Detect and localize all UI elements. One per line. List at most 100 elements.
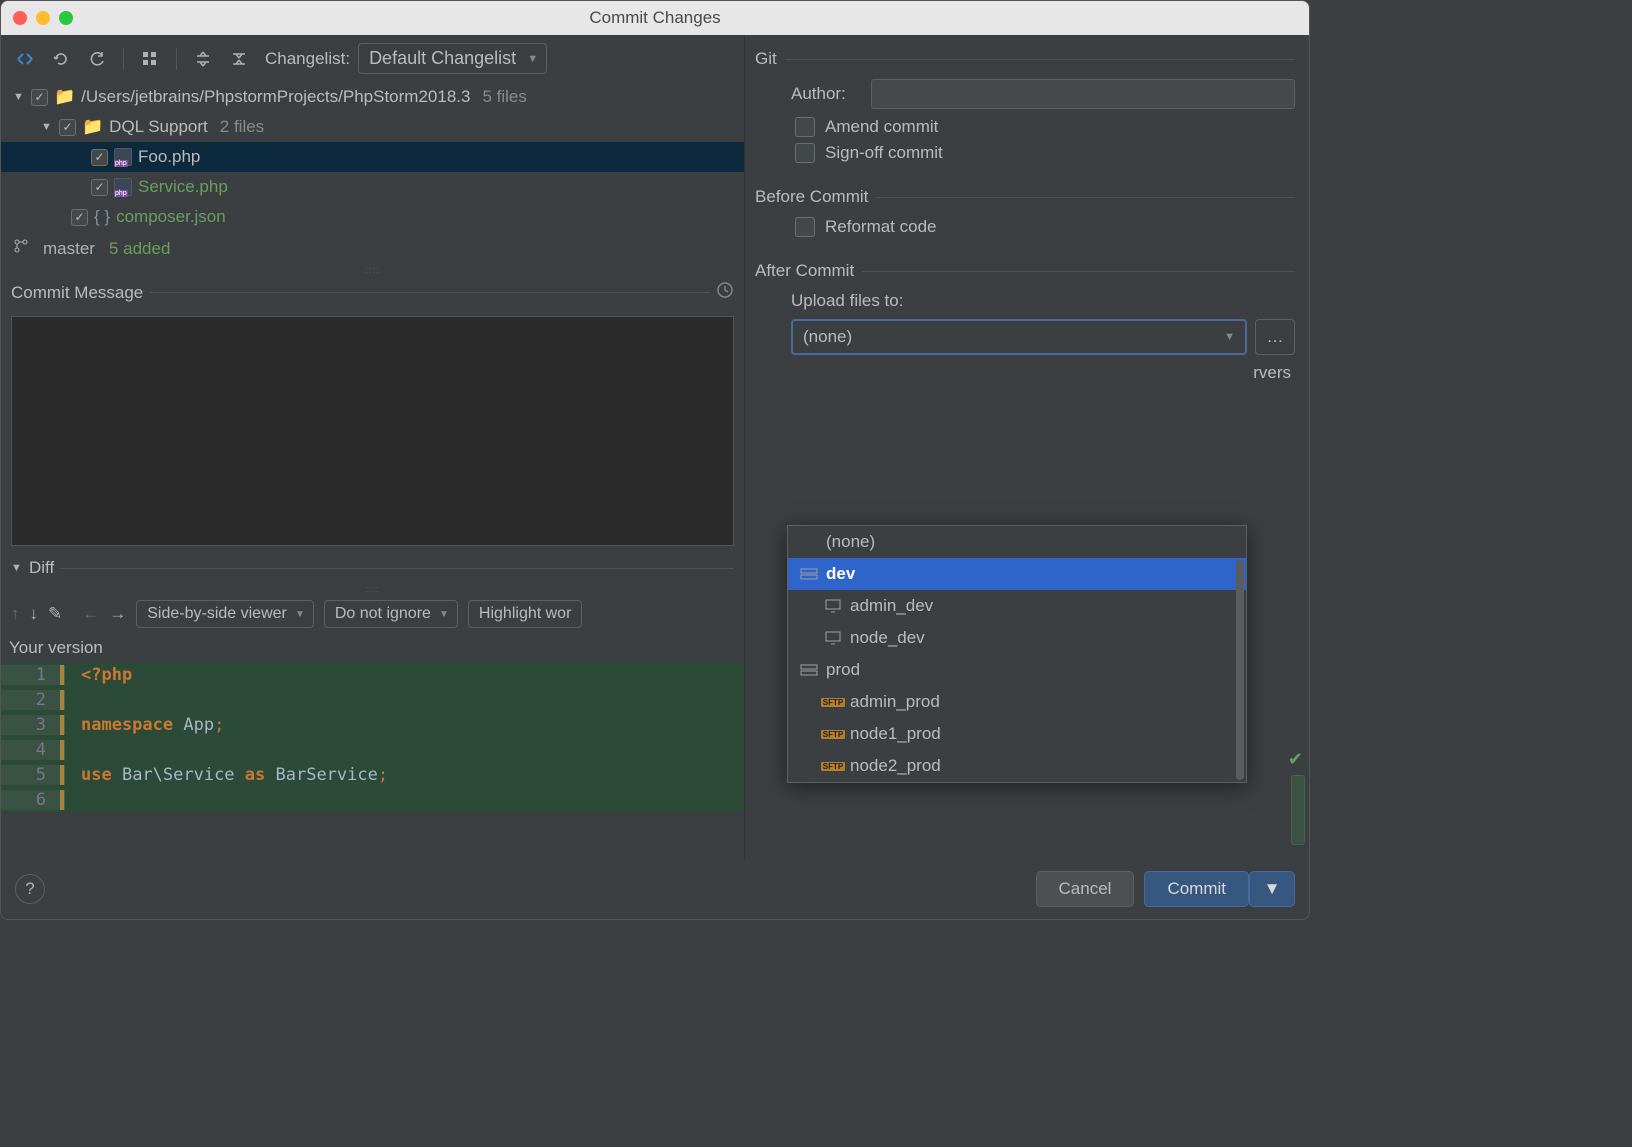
branch-name: master [43,239,95,259]
tree-file-row[interactable]: { } composer.json [1,202,744,232]
group-by-icon[interactable] [136,45,164,73]
dropdown-item[interactable]: SFTP admin_prod [788,686,1246,718]
server-icon [824,599,842,613]
dropdown-item[interactable]: admin_dev [788,590,1246,622]
tree-root-row[interactable]: ▼ 📁 /Users/jetbrains/PhpstormProjects/Ph… [1,82,744,112]
commit-message-input[interactable] [11,316,734,546]
arrow-right-icon[interactable]: → [109,604,126,624]
expand-all-icon[interactable] [189,45,217,73]
resize-handle[interactable]: :::: [1,584,744,594]
arrow-left-icon[interactable]: ← [82,604,99,624]
diff-icon[interactable] [11,45,39,73]
server-group-icon [800,567,818,581]
commit-message-header: Commit Message [1,275,744,310]
dropdown-item-label: node_dev [850,628,925,648]
dropdown-item-label: node2_prod [850,756,941,776]
arrow-up-icon[interactable]: ↑ [11,604,20,624]
folder-icon: 📁 [54,87,75,107]
cancel-button[interactable]: Cancel [1036,871,1135,907]
commit-button[interactable]: Commit [1144,871,1249,907]
tree-file-row[interactable]: Foo.php [1,142,744,172]
help-button[interactable]: ? [15,874,45,904]
traffic-lights [13,11,73,25]
dropdown-item-label: admin_dev [850,596,933,616]
checkbox[interactable] [795,143,815,163]
dropdown-item-label: node1_prod [850,724,941,744]
upload-server-select[interactable]: (none) ▼ [791,319,1247,355]
commit-changes-dialog: Commit Changes Changelist: Default Chang… [0,0,1310,920]
minimize-window-button[interactable] [36,11,50,25]
collapse-all-icon[interactable] [225,45,253,73]
refresh-icon[interactable] [83,45,111,73]
reformat-label: Reformat code [825,217,937,237]
before-commit-header: Before Commit [755,187,1295,207]
dropdown-item[interactable]: prod [788,654,1246,686]
server-group-icon [800,663,818,677]
checkbox[interactable] [59,119,76,136]
diff-header: ▼ Diff [1,552,744,584]
folder-count: 2 files [220,117,264,137]
dropdown-item-label: admin_prod [850,692,940,712]
sftp-icon: SFTP [824,759,842,773]
close-window-button[interactable] [13,11,27,25]
reformat-row[interactable]: Reformat code [795,217,1295,237]
tree-file-row[interactable]: Service.php [1,172,744,202]
php-file-icon [114,148,132,166]
sftp-icon: SFTP [824,695,842,709]
triangle-down-icon[interactable]: ▼ [11,562,23,574]
dropdown-item[interactable]: SFTPnode1_prod [788,718,1246,750]
triangle-down-icon[interactable]: ▼ [13,91,25,103]
amend-row[interactable]: Amend commit [795,117,1295,137]
tree-root-count: 5 files [482,87,526,107]
dialog-content: Changelist: Default Changelist ▼ ▼ 📁 /Us… [1,35,1309,859]
php-file-icon [114,178,132,196]
undo-icon[interactable] [47,45,75,73]
resize-handle[interactable]: :::: [1,265,744,275]
json-file-icon: { } [94,207,110,227]
file-tree[interactable]: ▼ 📁 /Users/jetbrains/PhpstormProjects/Ph… [1,82,744,232]
servers-text-clipped: rvers [755,363,1295,383]
scrollbar-track[interactable] [1291,775,1305,845]
branch-status: 5 added [109,239,170,259]
author-input[interactable] [871,79,1295,109]
maximize-window-button[interactable] [59,11,73,25]
history-icon[interactable] [716,281,734,304]
branch-icon [13,238,29,259]
browse-button[interactable]: … [1255,319,1295,355]
tree-folder-row[interactable]: ▼ 📁 DQL Support 2 files [1,112,744,142]
dropdown-item[interactable]: SFTP node2_prod [788,750,1246,782]
dropdown-item-label: (none) [826,532,875,552]
checkbox[interactable] [91,179,108,196]
triangle-down-icon[interactable]: ▼ [41,121,53,133]
edit-icon[interactable]: ✎ [48,604,62,624]
checkbox[interactable] [71,209,88,226]
commit-split-button[interactable]: ▼ [1249,871,1295,907]
code-viewer[interactable]: 1<?php 2 3namespace App; 4 5use Bar\Serv… [1,662,744,812]
server-icon [824,631,842,645]
ignore-select[interactable]: Do not ignore▼ [324,600,458,628]
commit-message-label: Commit Message [11,283,143,303]
changelist-value: Default Changelist [369,48,516,69]
checkbox[interactable] [795,217,815,237]
dropdown-item[interactable]: node_dev [788,622,1246,654]
upload-server-dropdown: (none) dev admin_dev node_devprod SFTP admin_… [787,525,1247,783]
scrollbar[interactable] [1236,560,1244,780]
checkbox[interactable] [795,117,815,137]
signoff-row[interactable]: Sign-off commit [795,143,1295,163]
file-name: Foo.php [138,147,200,167]
changelist-select[interactable]: Default Changelist ▼ [358,43,547,74]
upload-selected: (none) [803,327,852,347]
dropdown-item[interactable]: dev [788,558,1246,590]
viewer-mode-select[interactable]: Side-by-side viewer▼ [136,600,314,628]
changelist-label: Changelist: [265,49,350,69]
dropdown-item[interactable]: (none) [788,526,1246,558]
arrow-down-icon[interactable]: ↓ [30,604,39,624]
folder-icon: 📁 [82,117,103,137]
git-section-header: Git [755,49,1295,69]
checkbox[interactable] [91,149,108,166]
chevron-down-icon: ▼ [1224,331,1235,343]
highlight-select[interactable]: Highlight wor [468,600,582,628]
tree-root-path: /Users/jetbrains/PhpstormProjects/PhpSto… [81,87,470,107]
checkbox[interactable] [31,89,48,106]
signoff-label: Sign-off commit [825,143,943,163]
